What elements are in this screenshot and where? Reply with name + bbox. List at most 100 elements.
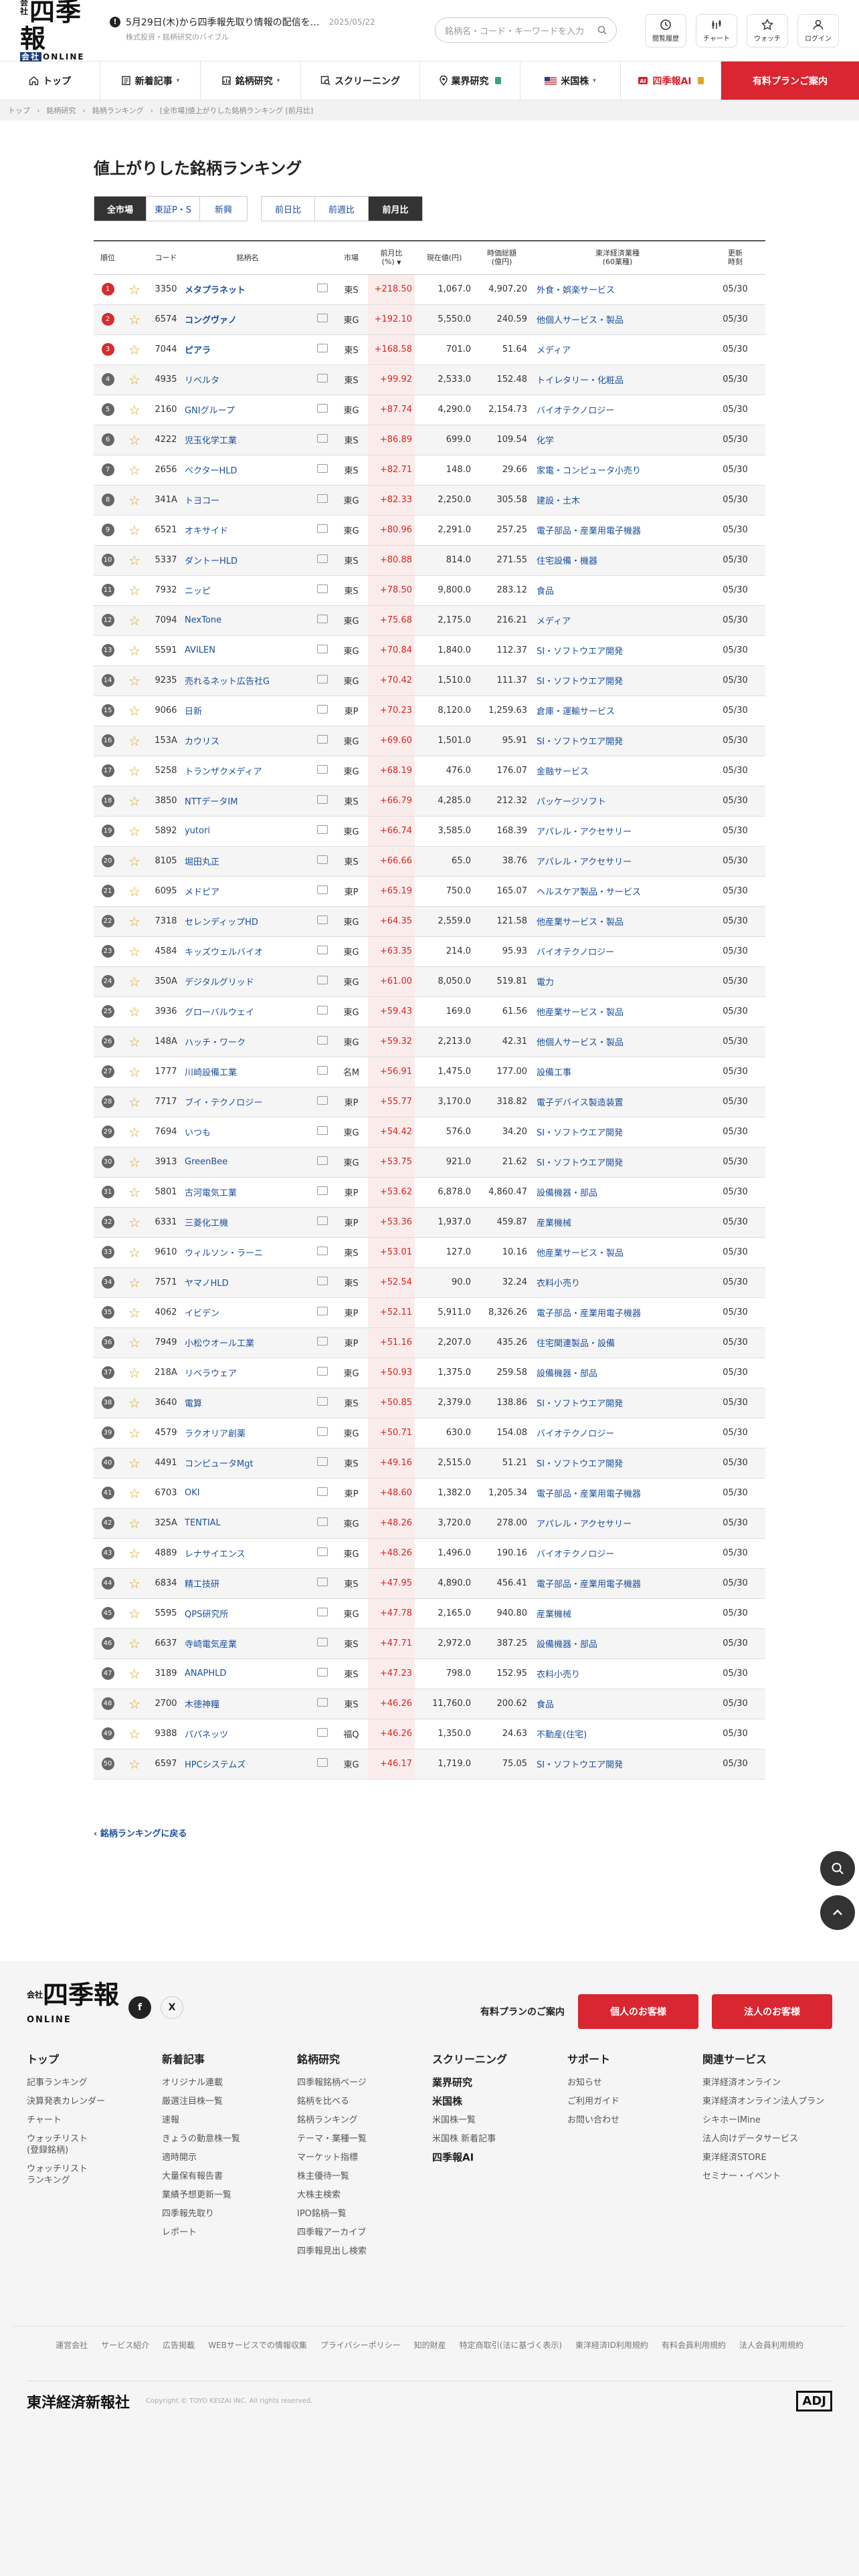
footer-bottom-link[interactable]: 有料会員利用規約	[662, 2341, 726, 2350]
stock-name-link[interactable]: ヤマノHLD	[185, 1267, 310, 1298]
filter-prev-month[interactable]: 前月比	[369, 197, 422, 221]
footer-column-title[interactable]: 銘柄研究	[297, 2050, 432, 2066]
filter-prev-week[interactable]: 前週比	[315, 197, 369, 221]
compare-icon[interactable]	[317, 825, 328, 834]
watch-star-icon[interactable]: ☆	[128, 763, 140, 779]
stock-name-link[interactable]: 精工技研	[185, 1568, 310, 1599]
compare-icon[interactable]	[317, 916, 328, 924]
industry-link[interactable]: トイレタリー・化粧品	[530, 364, 705, 395]
watch-star-icon[interactable]: ☆	[128, 944, 140, 960]
compare-icon[interactable]	[317, 524, 328, 533]
facebook-icon[interactable]: f	[128, 1996, 152, 2019]
stock-name-link[interactable]: GNIグループ	[185, 395, 310, 425]
industry-link[interactable]: バイオテクノロジー	[530, 1538, 705, 1569]
stock-name-link[interactable]: NexTone	[185, 605, 310, 636]
industry-link[interactable]: SI・ソフトウエア開発	[530, 665, 705, 696]
compare-icon[interactable]	[317, 976, 328, 984]
industry-link[interactable]: アパレル・アクセサリー	[530, 846, 705, 877]
compare-icon[interactable]	[317, 1698, 328, 1707]
stock-name-link[interactable]: 堀田丸正	[185, 846, 310, 877]
table-row[interactable]: 15 ☆ 9066 日新 東P +70.23 8,120.0 1,259.63 倉庫・運輸サービ…	[94, 695, 765, 726]
compare-icon[interactable]	[317, 1247, 328, 1255]
industry-link[interactable]: SI・ソフトウエア開発	[530, 1448, 705, 1479]
industry-link[interactable]: パッケージソフト	[530, 786, 705, 817]
col-rank[interactable]: 順位	[94, 240, 122, 275]
footer-link[interactable]: 業績予想更新一覧	[162, 2189, 297, 2201]
stock-name-link[interactable]: HPCシステムズ	[185, 1749, 310, 1780]
table-row[interactable]: 10 ☆ 5337 ダントーHLD 東S +80.88 814.0 271.55 住宅設備・機器…	[94, 545, 765, 576]
compare-icon[interactable]	[317, 1156, 328, 1165]
table-row[interactable]: 12 ☆ 7094 NexTone 東G +75.68 2,175.0 216.21 メディア 0…	[94, 605, 765, 636]
watch-star-icon[interactable]: ☆	[128, 1696, 140, 1712]
stock-name-link[interactable]: 児玉化学工業	[185, 425, 310, 455]
compare-icon[interactable]	[317, 1066, 328, 1075]
col-mcap[interactable]: 時価総額 (億円)	[474, 240, 530, 275]
nav-top[interactable]: トップ	[0, 62, 100, 100]
stock-name-link[interactable]: ANAPHLD	[185, 1658, 310, 1689]
industry-link[interactable]: 食品	[530, 575, 705, 606]
watch-star-icon[interactable]: ☆	[128, 974, 140, 990]
compare-icon[interactable]	[317, 1006, 328, 1014]
nav-screening[interactable]: スクリーニング	[301, 62, 420, 100]
stock-name-link[interactable]: 川崎設備工業	[185, 1057, 310, 1087]
watch-star-icon[interactable]: ☆	[128, 1545, 140, 1562]
watch-star-icon[interactable]: ☆	[128, 1034, 140, 1050]
watch-star-icon[interactable]: ☆	[128, 1606, 140, 1622]
individual-plan-button[interactable]: 個人のお客様	[578, 1994, 698, 2029]
table-row[interactable]: 16 ☆ 153A カウリス 東G +69.60 1,501.0 95.91 SI・ソフトウエア…	[94, 726, 765, 756]
footer-bottom-link[interactable]: 特定商取引(法に基づく表示)	[460, 2341, 562, 2350]
footer-link[interactable]: 東洋経済STORE	[702, 2152, 838, 2163]
table-row[interactable]: 8 ☆ 341A トヨコー 東G +82.33 2,250.0 305.58 建設・土木 05/3…	[94, 485, 765, 516]
compare-icon[interactable]	[317, 735, 328, 744]
stock-name-link[interactable]: ダントーHLD	[185, 545, 310, 576]
watch-star-icon[interactable]: ☆	[128, 853, 140, 869]
compare-icon[interactable]	[317, 1487, 328, 1496]
industry-link[interactable]: バイオテクノロジー	[530, 1418, 705, 1448]
industry-link[interactable]: 電子部品・産業用電子機器	[530, 1478, 705, 1509]
nav-research[interactable]: 銘柄研究 ▾	[201, 62, 301, 100]
watch-star-icon[interactable]: ☆	[128, 1184, 140, 1200]
footer-link[interactable]: 速報	[162, 2115, 297, 2126]
industry-link[interactable]: 金融サービス	[530, 756, 705, 786]
watch-star-icon[interactable]: ☆	[128, 372, 140, 388]
footer-column-title[interactable]: トップ	[27, 2050, 162, 2066]
footer-link[interactable]: セミナー・イベント	[702, 2171, 838, 2182]
stock-name-link[interactable]: ベクターHLD	[185, 455, 310, 486]
industry-link[interactable]: 産業機械	[530, 1207, 705, 1238]
watch-star-icon[interactable]: ☆	[128, 432, 140, 448]
industry-link[interactable]: バイオテクノロジー	[530, 395, 705, 425]
stock-name-link[interactable]: イビデン	[185, 1297, 310, 1328]
watch-star-icon[interactable]: ☆	[128, 1094, 140, 1110]
watch-star-icon[interactable]: ☆	[128, 613, 140, 629]
industry-link[interactable]: 住宅関連製品・設備	[530, 1327, 705, 1358]
table-row[interactable]: 4 ☆ 4935 リベルタ 東S +99.92 2,533.0 152.48 トイレタリー・化粧…	[94, 364, 765, 395]
table-row[interactable]: 28 ☆ 7717 ブイ・テクノロジー 東P +55.77 3,170.0 318.82 電子デ…	[94, 1087, 765, 1117]
compare-icon[interactable]	[317, 645, 328, 653]
compare-icon[interactable]	[317, 1638, 328, 1646]
footer-link[interactable]: 東洋経済オンライン法人プラン	[702, 2096, 838, 2107]
footer-link[interactable]: 米国株 新着記事	[432, 2133, 567, 2145]
industry-link[interactable]: 他産業サービス・製品	[530, 1237, 705, 1268]
footer-column-title[interactable]: 新着記事	[162, 2050, 297, 2066]
industry-link[interactable]: 他個人サービス・製品	[530, 1027, 705, 1057]
industry-link[interactable]: ヘルスケア製品・サービス	[530, 876, 705, 907]
stock-name-link[interactable]: メドピア	[185, 876, 310, 907]
compare-icon[interactable]	[317, 434, 328, 443]
compare-icon[interactable]	[317, 795, 328, 804]
compare-icon[interactable]	[317, 885, 328, 894]
table-row[interactable]: 41 ☆ 6703 OKI 東P +48.60 1,382.0 1,205.34 電子部品・産業…	[94, 1478, 765, 1509]
footer-link[interactable]: 業界研究	[432, 2077, 567, 2088]
compare-icon[interactable]	[317, 705, 328, 714]
footer-logo[interactable]: 会社四季報 ONLINE	[27, 1982, 119, 2033]
stock-name-link[interactable]: 古河電気工業	[185, 1177, 310, 1208]
table-row[interactable]: 6 ☆ 4222 児玉化学工業 東S +86.89 699.0 109.54 化学 05/30	[94, 425, 765, 455]
footer-link[interactable]: チャート	[27, 2115, 162, 2126]
footer-link[interactable]: 大量保有報告書	[162, 2171, 297, 2182]
compare-icon[interactable]	[317, 1186, 328, 1195]
table-row[interactable]: 23 ☆ 4584 キッズウェルバイオ 東G +63.35 214.0 95.93 バイオテクノ…	[94, 936, 765, 967]
stock-name-link[interactable]: パパネッツ	[185, 1719, 310, 1749]
footer-link[interactable]: 四季報AI	[432, 2152, 567, 2163]
watch-star-icon[interactable]: ☆	[128, 1636, 140, 1652]
compare-icon[interactable]	[317, 1517, 328, 1526]
footer-link[interactable]: 株主優待一覧	[297, 2171, 432, 2182]
